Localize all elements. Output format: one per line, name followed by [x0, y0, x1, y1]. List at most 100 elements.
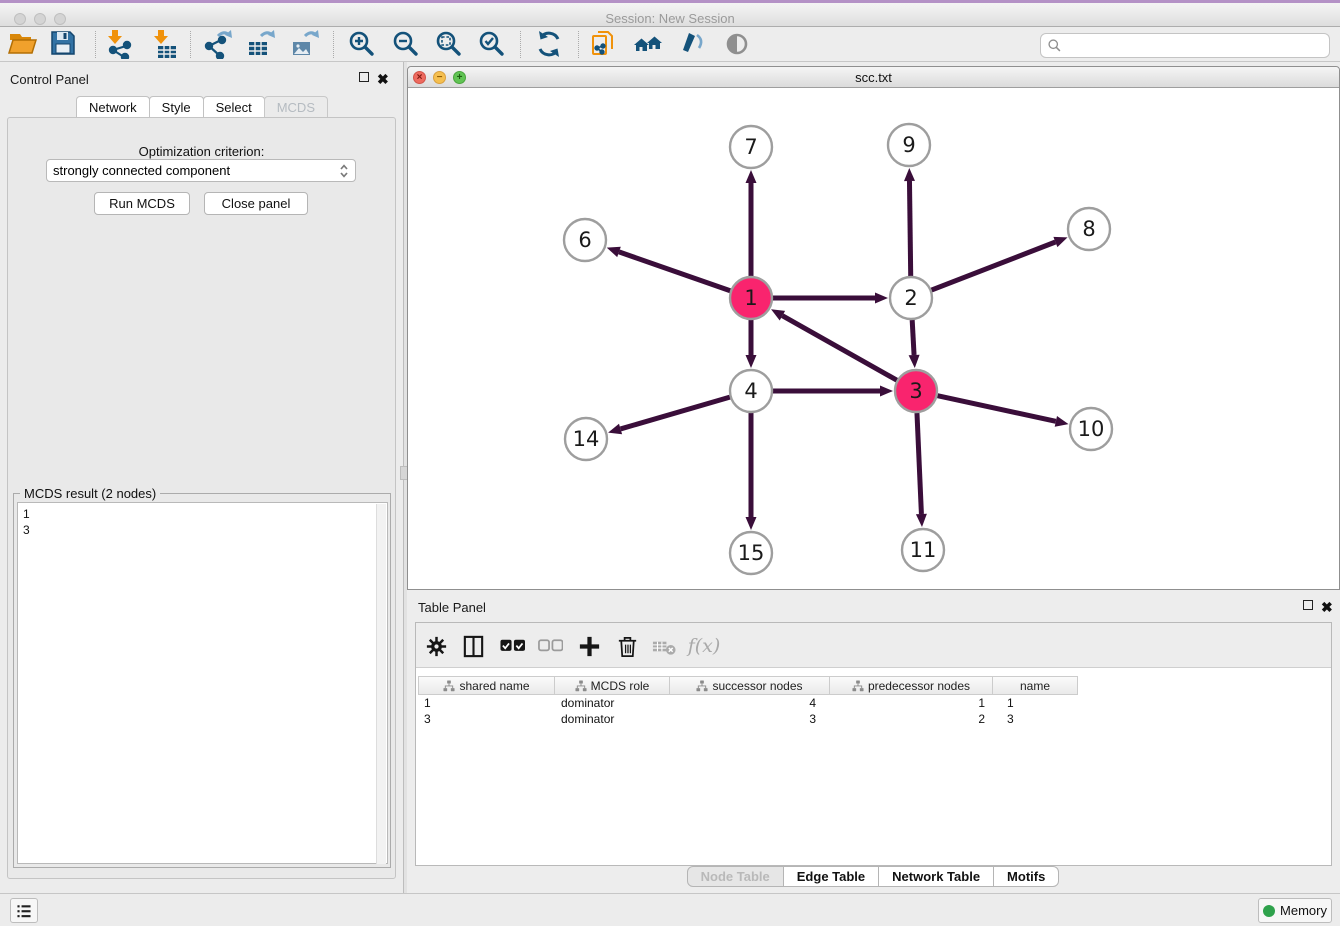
svg-text:11: 11 [910, 538, 937, 562]
main-toolbar [0, 27, 1340, 62]
graph-node-11[interactable]: 11 [902, 529, 944, 571]
show-column-icon[interactable] [458, 631, 488, 661]
toolbar-separator [578, 31, 579, 58]
search-box[interactable] [1040, 33, 1330, 58]
zoom-out-icon[interactable] [389, 27, 423, 61]
memory-button[interactable]: Memory [1258, 898, 1332, 923]
home-icon[interactable] [631, 27, 665, 61]
graph-node-6[interactable]: 6 [564, 219, 606, 261]
search-input[interactable] [1062, 36, 1329, 56]
save-session-icon[interactable] [47, 27, 81, 61]
run-mcds-button[interactable]: Run MCDS [94, 192, 190, 215]
graph-node-7[interactable]: 7 [730, 126, 772, 168]
select-all-columns-icon[interactable] [497, 631, 527, 661]
svg-text:6: 6 [578, 228, 591, 252]
export-network-icon[interactable] [201, 27, 235, 61]
graph-node-10[interactable]: 10 [1070, 408, 1112, 450]
tab-select[interactable]: Select [203, 96, 265, 118]
apply-layout-icon[interactable] [532, 27, 566, 61]
table-cell: 3 [418, 711, 555, 727]
zoom-selected-icon[interactable] [475, 27, 509, 61]
tab-mcds[interactable]: MCDS [264, 96, 328, 118]
graph-edge-1-7[interactable] [746, 170, 757, 276]
import-network-icon[interactable] [102, 27, 136, 61]
network-window-titlebar[interactable]: × − + scc.txt [408, 67, 1339, 88]
graph-edge-4-3[interactable] [773, 386, 893, 397]
table-panel: Table Panel ✖ f(x) shared nameMCDS roles… [407, 590, 1340, 893]
control-panel: Control Panel ✖ NetworkStyleSelectMCDS O… [0, 62, 403, 893]
graph-edge-4-14[interactable] [608, 397, 730, 434]
graph-edge-2-8[interactable] [932, 237, 1068, 290]
export-image-icon[interactable] [288, 27, 322, 61]
close-panel-icon[interactable]: ✖ [377, 71, 389, 88]
import-table-icon[interactable] [148, 27, 182, 61]
table-cell: 4 [670, 695, 830, 711]
close-table-panel-icon[interactable]: ✖ [1321, 599, 1333, 616]
export-table-icon[interactable] [244, 27, 278, 61]
table-cell: 3 [670, 711, 830, 727]
mcds-result-textarea[interactable]: 13 [17, 502, 388, 864]
svg-text:14: 14 [573, 427, 600, 451]
graph-node-3[interactable]: 3 [895, 370, 937, 412]
column-header-predecessor-nodes[interactable]: predecessor nodes [830, 676, 993, 695]
table-cell: dominator [555, 695, 670, 711]
table-row[interactable]: 3dominator323 [418, 711, 1331, 727]
column-header-shared-name[interactable]: shared name [418, 676, 555, 695]
graph-node-1[interactable]: 1 [730, 277, 772, 319]
mcds-tab-content: Optimization criterion: strongly connect… [7, 117, 396, 879]
network-view-window: × − + scc.txt 7 9 6 8 1 2 4 3 14 10 15 11 [407, 66, 1340, 590]
style-paint-icon[interactable] [675, 27, 709, 61]
graph-edge-2-3[interactable] [909, 320, 920, 368]
graph-edge-2-9[interactable] [904, 168, 915, 276]
graph-node-2[interactable]: 2 [890, 277, 932, 319]
graph-node-8[interactable]: 8 [1068, 208, 1110, 250]
tab-network-table[interactable]: Network Table [878, 866, 994, 887]
float-panel-icon[interactable] [359, 71, 369, 85]
control-panel-title: Control Panel [10, 72, 89, 87]
column-header-successor-nodes[interactable]: successor nodes [670, 676, 830, 695]
clone-network-icon[interactable] [587, 27, 621, 61]
graph-node-14[interactable]: 14 [565, 418, 607, 460]
add-column-icon[interactable] [574, 631, 604, 661]
tab-network[interactable]: Network [76, 96, 150, 118]
delete-column-icon[interactable] [612, 631, 642, 661]
task-history-button[interactable] [10, 898, 38, 923]
tab-style[interactable]: Style [149, 96, 204, 118]
network-window-title: scc.txt [408, 70, 1339, 85]
graph-edge-1-2[interactable] [773, 293, 888, 304]
tab-node-table[interactable]: Node Table [687, 866, 784, 887]
graph-node-9[interactable]: 9 [888, 124, 930, 166]
svg-text:15: 15 [738, 541, 765, 565]
settings-gear-icon[interactable] [421, 631, 451, 661]
float-table-panel-icon[interactable] [1303, 599, 1313, 613]
column-header-name[interactable]: name [993, 676, 1078, 695]
svg-text:8: 8 [1082, 217, 1095, 241]
graph-edge-3-1[interactable] [771, 309, 897, 380]
table-row[interactable]: 1dominator411 [418, 695, 1331, 711]
tab-motifs[interactable]: Motifs [993, 866, 1059, 887]
toolbar-separator [95, 31, 96, 58]
result-scrollbar[interactable] [376, 504, 386, 864]
list-icon [15, 902, 33, 920]
zoom-fit-icon[interactable] [432, 27, 466, 61]
session-title: Session: New Session [0, 11, 1340, 26]
graph-edge-4-15[interactable] [746, 413, 757, 530]
mcds-result-line: 3 [23, 522, 387, 538]
graph-node-15[interactable]: 15 [730, 532, 772, 574]
column-header-MCDS-role[interactable]: MCDS role [555, 676, 670, 695]
graph-edge-1-4[interactable] [746, 320, 757, 368]
criterion-select[interactable]: strongly connected component [46, 159, 356, 182]
close-panel-button[interactable]: Close panel [204, 192, 308, 215]
open-session-icon[interactable] [5, 27, 39, 61]
graph-node-4[interactable]: 4 [730, 370, 772, 412]
toolbar-separator [333, 31, 334, 58]
graph-edge-3-10[interactable] [937, 396, 1068, 427]
zoom-in-icon[interactable] [345, 27, 379, 61]
table-header-row: shared nameMCDS rolesuccessor nodesprede… [418, 676, 1078, 695]
network-canvas[interactable]: 7 9 6 8 1 2 4 3 14 10 15 11 [408, 88, 1339, 586]
deselect-all-columns-icon[interactable] [535, 631, 565, 661]
search-icon [1047, 38, 1062, 53]
tab-edge-table[interactable]: Edge Table [783, 866, 879, 887]
graph-edge-1-6[interactable] [607, 247, 731, 291]
graph-edge-3-11[interactable] [916, 413, 927, 527]
